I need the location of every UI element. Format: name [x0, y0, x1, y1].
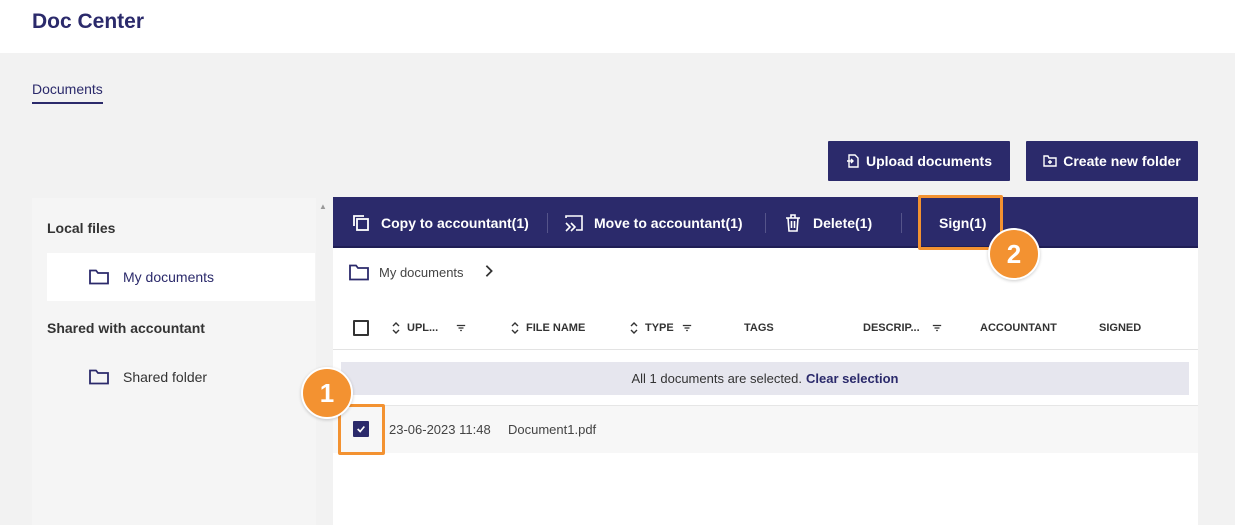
- action-bar: Copy to accountant(1) Move to accountant…: [333, 197, 1198, 248]
- trash-icon: [786, 213, 800, 232]
- create-new-folder-button[interactable]: Create new folder: [1026, 141, 1198, 181]
- column-file-name-label: FILE NAME: [526, 322, 586, 334]
- column-tags: TAGS: [744, 322, 774, 334]
- app-title: Doc Center: [32, 10, 145, 33]
- folder-icon: [349, 264, 369, 281]
- folder-icon: [89, 369, 109, 385]
- copy-to-accountant-button[interactable]: Copy to accountant(1): [351, 197, 529, 248]
- clear-selection-link[interactable]: Clear selection: [806, 371, 899, 386]
- upload-icon: [846, 154, 859, 168]
- filter-icon[interactable]: [932, 322, 942, 334]
- sidebar-item-label: My documents: [123, 269, 215, 285]
- upload-documents-button[interactable]: Upload documents: [828, 141, 1010, 181]
- upload-documents-label: Upload documents: [865, 153, 992, 169]
- column-uploaded-label: UPL...: [407, 322, 439, 334]
- filter-icon[interactable]: [456, 322, 466, 334]
- column-description[interactable]: DESCRIP...: [863, 322, 942, 334]
- breadcrumb: My documents: [349, 264, 494, 281]
- sidebar: Local files My documents Shared with acc…: [32, 198, 316, 525]
- row-file-name[interactable]: Document1.pdf: [508, 422, 596, 437]
- select-all-checkbox[interactable]: [353, 320, 369, 336]
- step-1-badge: 1: [301, 367, 353, 419]
- document-panel: Copy to accountant(1) Move to accountant…: [333, 197, 1198, 525]
- scrollbar-up-arrow[interactable]: ▲: [319, 202, 327, 211]
- folder-plus-icon: [1043, 155, 1057, 167]
- divider: [547, 213, 548, 233]
- column-description-label: DESCRIP...: [863, 322, 920, 334]
- column-accountant-label: ACCOUNTANT: [980, 322, 1057, 334]
- filter-icon[interactable]: [682, 322, 692, 334]
- selection-banner: All 1 documents are selected. Clear sele…: [341, 362, 1189, 395]
- sidebar-heading-shared: Shared with accountant: [47, 320, 205, 336]
- sidebar-heading-local-files: Local files: [47, 220, 116, 236]
- column-signed-label: SIGNED: [1099, 322, 1142, 334]
- table-row[interactable]: 23-06-2023 11:48 Document1.pdf: [333, 405, 1198, 453]
- move-to-accountant-button[interactable]: Move to accountant(1): [564, 197, 743, 248]
- tab-documents[interactable]: Documents: [32, 81, 103, 104]
- delete-label: Delete(1): [813, 214, 873, 231]
- column-tags-label: TAGS: [744, 322, 774, 334]
- copy-icon: [353, 214, 369, 231]
- column-type[interactable]: TYPE: [629, 322, 692, 334]
- column-signed: SIGNED: [1099, 322, 1141, 334]
- column-file-name[interactable]: FILE NAME: [510, 322, 585, 334]
- column-type-label: TYPE: [645, 322, 674, 334]
- create-new-folder-label: Create new folder: [1063, 153, 1181, 169]
- column-accountant: ACCOUNTANT: [980, 322, 1057, 334]
- chevron-right-icon[interactable]: [484, 264, 494, 281]
- copy-label: Copy to accountant(1): [381, 214, 529, 231]
- folder-icon: [89, 269, 109, 285]
- row-uploaded: 23-06-2023 11:48: [389, 422, 491, 437]
- sidebar-item-my-documents[interactable]: My documents: [47, 253, 315, 301]
- breadcrumb-folder[interactable]: My documents: [379, 265, 464, 280]
- delete-button[interactable]: Delete(1): [783, 197, 872, 248]
- selection-message: All 1 documents are selected.: [631, 371, 803, 386]
- move-icon: [565, 214, 583, 232]
- sidebar-item-shared-folder[interactable]: Shared folder: [47, 353, 315, 401]
- step-2-badge: 2: [988, 228, 1040, 280]
- sidebar-item-label: Shared folder: [123, 369, 208, 385]
- top-bar: Doc Center: [0, 0, 1235, 53]
- divider: [901, 213, 902, 233]
- sort-icon: [511, 322, 519, 334]
- sort-icon: [630, 322, 638, 334]
- divider: [765, 213, 766, 233]
- table-header: UPL... FILE NAME TYPE TAGS DESCRIP... AC…: [333, 310, 1198, 350]
- column-uploaded[interactable]: UPL...: [391, 322, 466, 334]
- sort-icon: [392, 322, 400, 334]
- move-label: Move to accountant(1): [594, 214, 743, 231]
